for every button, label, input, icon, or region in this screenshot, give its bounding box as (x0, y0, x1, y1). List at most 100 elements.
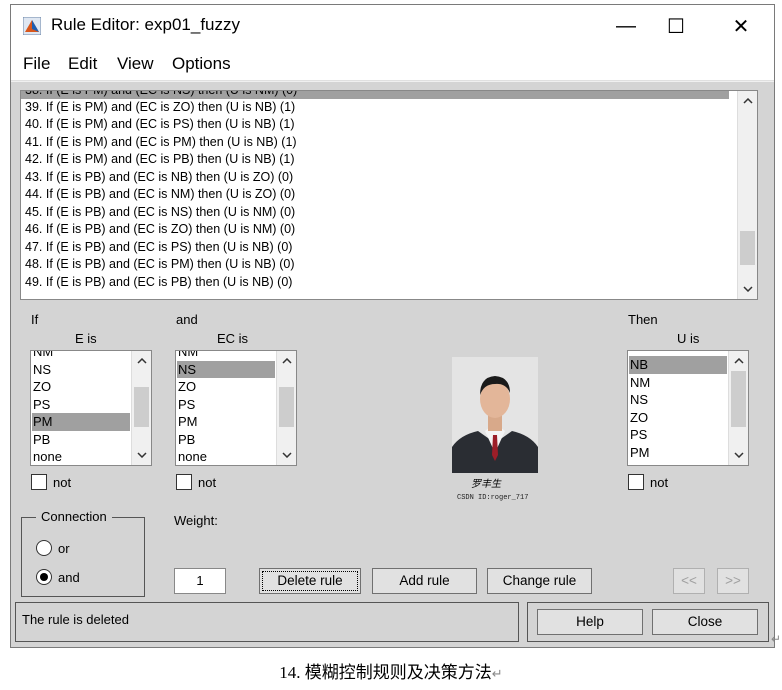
edge-return-mark: ↵ (771, 632, 782, 646)
help-button[interactable]: Help (537, 609, 643, 635)
editor-panel: 38. If (E is PM) and (EC is NS) then (U … (11, 82, 774, 647)
ec-option-nm[interactable]: NM (177, 351, 275, 361)
or-radio-label: or (58, 541, 70, 556)
ec-not-label: not (198, 475, 217, 490)
ec-listbox[interactable]: NM NS ZO PS PM PB none (175, 350, 297, 466)
ec-option-ns[interactable]: NS (177, 360, 275, 378)
u-option-zo[interactable]: ZO (629, 409, 727, 427)
delete-rule-button[interactable]: Delete rule (259, 568, 361, 594)
ec-option-pm[interactable]: PM (177, 413, 275, 431)
e-option-nm[interactable]: NM (32, 351, 130, 361)
weight-input[interactable]: 1 (174, 568, 226, 594)
close-window-button[interactable]: ✕ (716, 5, 766, 47)
u-option-nb[interactable]: NB (629, 356, 727, 374)
rule-item[interactable]: 42. If (E is PM) and (EC is PB) then (U … (25, 151, 295, 168)
radio-selected-dot (40, 573, 48, 581)
e-listbox[interactable]: NM NS ZO PS PM PB none (30, 350, 152, 466)
e-not-checkbox[interactable] (31, 474, 47, 490)
rule-item[interactable]: 40. If (E is PM) and (EC is PS) then (U … (25, 116, 295, 133)
rule-item[interactable]: 38. If (E is PM) and (EC is NS) then (U … (25, 91, 297, 99)
title-bar: Rule Editor: exp01_fuzzy — ☐ ✕ (11, 5, 774, 47)
e-option-none[interactable]: none (32, 448, 130, 465)
e-listbox-scrollbar[interactable] (131, 351, 151, 465)
window-title: Rule Editor: exp01_fuzzy (51, 15, 240, 34)
u-listbox-scrollbar[interactable] (728, 351, 748, 465)
maximize-button[interactable]: ☐ (651, 5, 701, 47)
scroll-up-icon[interactable] (738, 92, 757, 110)
previous-rules-button[interactable]: << (673, 568, 705, 594)
menu-view[interactable]: View (117, 54, 154, 74)
rule-item[interactable]: 45. If (E is PB) and (EC is NS) then (U … (25, 204, 295, 221)
if-label: If (31, 312, 39, 327)
u-option-nm[interactable]: NM (629, 374, 727, 392)
minimize-button[interactable]: — (601, 5, 651, 47)
and-label: and (176, 312, 198, 327)
u-not-checkbox[interactable] (628, 474, 644, 490)
scroll-down-icon[interactable] (738, 280, 757, 298)
scroll-up-icon[interactable] (729, 352, 748, 370)
ec-is-label: EC is (217, 331, 249, 346)
portrait-image (452, 357, 538, 473)
scroll-thumb[interactable] (279, 387, 294, 427)
rule-item[interactable]: 39. If (E is PM) and (EC is ZO) then (U … (25, 99, 295, 116)
caption-return-mark: ↵ (491, 666, 503, 681)
add-rule-button[interactable]: Add rule (372, 568, 477, 594)
e-option-ns[interactable]: NS (32, 361, 130, 379)
rule-item[interactable]: 48. If (E is PB) and (EC is PM) then (U … (25, 256, 295, 273)
change-rule-button[interactable]: Change rule (487, 568, 592, 594)
e-option-zo[interactable]: ZO (32, 378, 130, 396)
menu-bar: File Edit View Options (11, 47, 774, 81)
or-radio[interactable] (36, 540, 52, 556)
u-listbox[interactable]: NB NM NS ZO PS PM PB (627, 350, 749, 466)
menu-edit[interactable]: Edit (68, 54, 97, 74)
u-not-label: not (650, 475, 669, 490)
e-option-pb[interactable]: PB (32, 431, 130, 449)
scroll-down-icon[interactable] (729, 446, 748, 464)
rule-item[interactable]: 44. If (E is PB) and (EC is NM) then (U … (25, 186, 295, 203)
ec-option-ps[interactable]: PS (177, 396, 275, 414)
u-option-pm[interactable]: PM (629, 444, 727, 462)
rule-list[interactable]: 38. If (E is PM) and (EC is NS) then (U … (20, 90, 758, 300)
scroll-up-icon[interactable] (277, 352, 296, 370)
scroll-up-icon[interactable] (132, 352, 151, 370)
ec-option-pb[interactable]: PB (177, 431, 275, 449)
connection-group: Connection or and (21, 509, 145, 597)
bottom-button-panel: Help Close (527, 602, 769, 642)
menu-file[interactable]: File (23, 54, 50, 74)
menu-options[interactable]: Options (172, 54, 231, 74)
ec-not-checkbox[interactable] (176, 474, 192, 490)
figure-caption: 14. 模糊控制规则及决策方法↵ (0, 658, 782, 683)
e-option-pm[interactable]: PM (32, 413, 130, 431)
and-radio[interactable] (36, 569, 52, 585)
rule-item[interactable]: 46. If (E is PB) and (EC is ZO) then (U … (25, 221, 295, 238)
scroll-thumb[interactable] (134, 387, 149, 427)
ec-option-zo[interactable]: ZO (177, 378, 275, 396)
rule-item[interactable]: 49. If (E is PB) and (EC is PB) then (U … (25, 274, 292, 291)
scroll-thumb[interactable] (731, 371, 746, 427)
weight-label: Weight: (174, 513, 218, 528)
matlab-app-icon (23, 17, 41, 35)
u-option-pb[interactable]: PB (629, 461, 727, 465)
scroll-thumb[interactable] (740, 231, 755, 265)
author-photo (452, 357, 538, 473)
close-button[interactable]: Close (652, 609, 758, 635)
u-option-ns[interactable]: NS (629, 391, 727, 409)
next-rules-button[interactable]: >> (717, 568, 749, 594)
rule-item[interactable]: 41. If (E is PM) and (EC is PM) then (U … (25, 134, 297, 151)
rule-item[interactable]: 47. If (E is PB) and (EC is PS) then (U … (25, 239, 292, 256)
status-message: The rule is deleted (22, 612, 129, 627)
rule-item[interactable]: 43. If (E is PB) and (EC is NB) then (U … (25, 169, 293, 186)
scroll-down-icon[interactable] (277, 446, 296, 464)
u-option-ps[interactable]: PS (629, 426, 727, 444)
and-radio-label: and (58, 570, 80, 585)
then-label: Then (628, 312, 658, 327)
u-is-label: U is (677, 331, 700, 346)
e-option-ps[interactable]: PS (32, 396, 130, 414)
ec-listbox-scrollbar[interactable] (276, 351, 296, 465)
caption-text: 14. 模糊控制规则及决策方法 (279, 663, 492, 682)
connection-title: Connection (36, 509, 112, 524)
scroll-down-icon[interactable] (132, 446, 151, 464)
photo-watermark: CSDN ID:roger_717 (457, 494, 529, 502)
ec-option-none[interactable]: none (177, 448, 275, 465)
rule-list-scrollbar[interactable] (737, 91, 757, 299)
